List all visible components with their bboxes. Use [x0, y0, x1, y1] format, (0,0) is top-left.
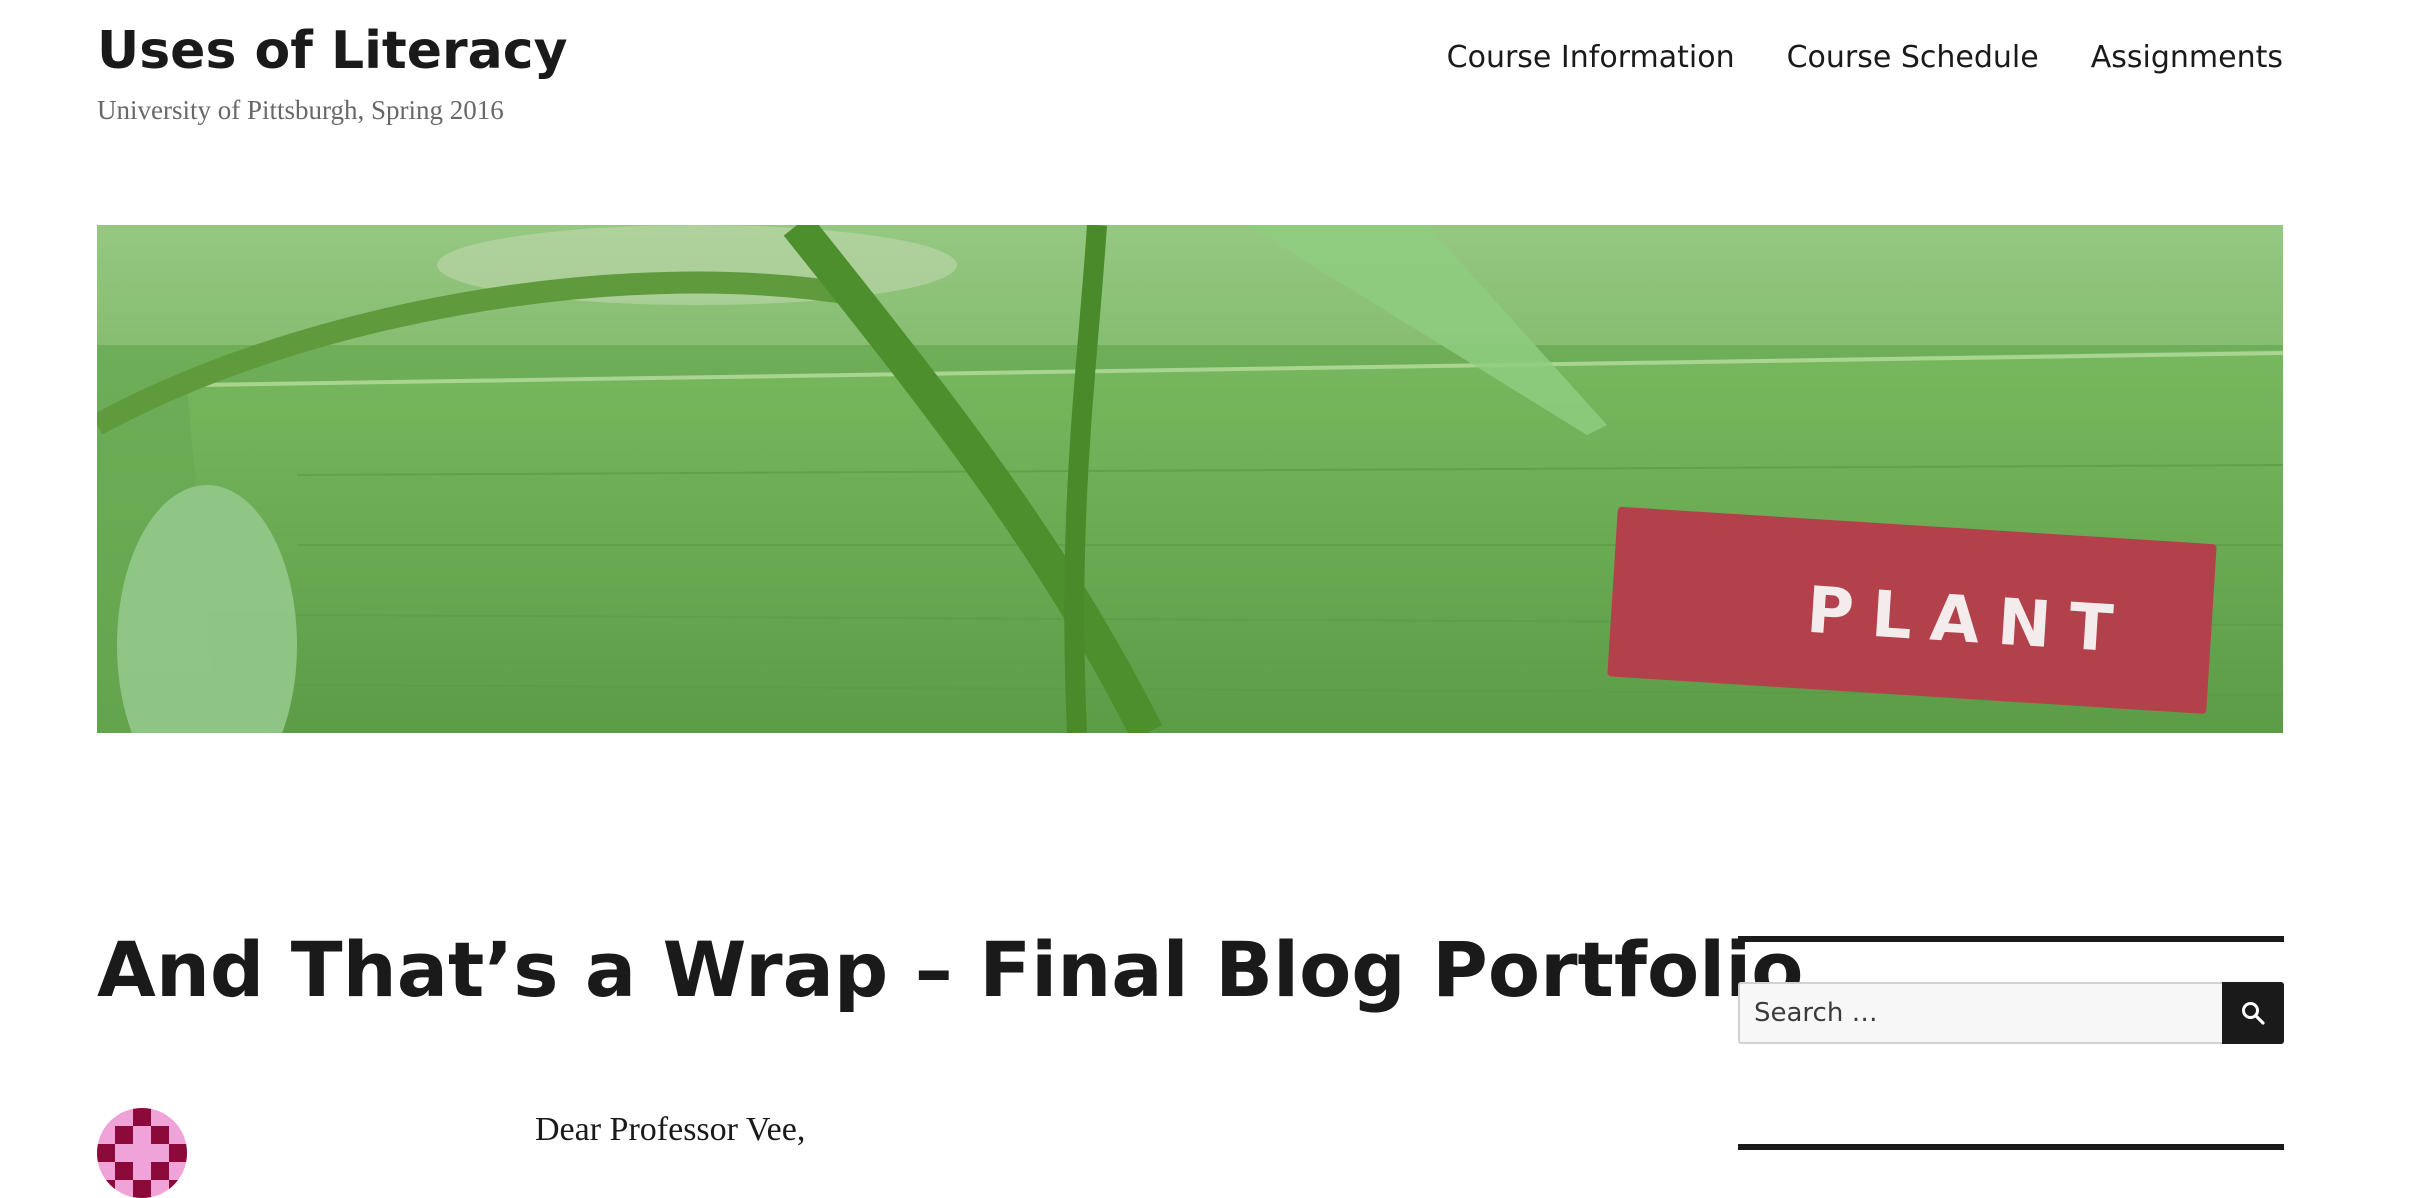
identicon-icon [97, 1108, 187, 1198]
site-header: Uses of Literacy University of Pittsburg… [97, 0, 2283, 160]
plant-leaf-photo: PLANT [97, 225, 2283, 733]
nav-item-course-schedule[interactable]: Course Schedule [1787, 36, 2039, 80]
site-title[interactable]: Uses of Literacy [97, 16, 568, 86]
search-icon [2242, 1002, 2265, 1025]
site-description: University of Pittsburgh, Spring 2016 [97, 95, 504, 125]
header-image[interactable]: PLANT [97, 225, 2283, 733]
post-content: And That’s a Wrap – Final Blog Portfolio… [97, 920, 1804, 1198]
nav-item-assignments[interactable]: Assignments [2091, 36, 2283, 80]
widget-divider-bottom [1738, 1144, 2284, 1150]
search-input[interactable] [1738, 982, 2222, 1044]
sidebar [1738, 936, 2284, 1150]
nav-item-course-information[interactable]: Course Information [1447, 36, 1735, 80]
main-navigation: Course Information Course Schedule Assig… [1447, 36, 2283, 80]
search-button[interactable] [2222, 982, 2284, 1044]
author-avatar[interactable] [97, 1108, 187, 1198]
widget-divider [1738, 936, 2284, 942]
post-title: And That’s a Wrap – Final Blog Portfolio [97, 925, 1804, 1014]
post-body-first-line: Dear Professor Vee, [535, 1111, 806, 1148]
search-form [1738, 982, 2284, 1044]
